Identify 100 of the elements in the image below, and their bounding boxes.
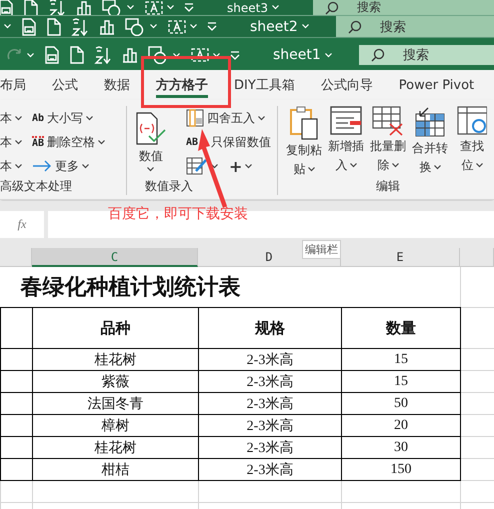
caret-icon (4, 24, 11, 29)
ribbon-tab[interactable]: 布局 (0, 70, 39, 100)
table-cell: 柑桔 (32, 458, 198, 480)
table-cell: 2-3米高 (198, 414, 342, 436)
column-header[interactable] (460, 248, 494, 267)
bar-chart-icon (122, 47, 138, 63)
table-cell: 法国冬青 (32, 392, 198, 414)
sort-icon (94, 46, 112, 64)
table-cell: 桂花树 (32, 348, 198, 370)
print-preview-icon (44, 46, 60, 64)
text-glyph-icon: Ab (32, 112, 44, 124)
arrow-icon (32, 160, 52, 172)
column-header[interactable]: E (341, 248, 460, 267)
table-cell: 50 (342, 392, 460, 414)
customize-icon (184, 3, 194, 12)
table-cell: 2-3米高 (198, 348, 342, 370)
page-icon (70, 46, 84, 64)
header-cell: 数量 (342, 308, 460, 348)
table-cell: 2-3米高 (198, 370, 342, 392)
ribbon-button[interactable]: 批量删 除 (370, 106, 406, 178)
ribbon-button[interactable]: 合并转 换 (412, 106, 448, 178)
caret-icon (190, 24, 197, 29)
bar-chart-icon (99, 18, 115, 34)
caret-icon (272, 5, 279, 10)
print-preview-icon (21, 18, 37, 36)
caret-icon (173, 52, 180, 58)
caret-icon (302, 24, 309, 29)
ribbon-button[interactable]: 更多 (32, 155, 106, 177)
caret-icon (150, 24, 157, 29)
annotation-text: 百度它，即可下载安装 (108, 205, 248, 223)
page-icon (24, 0, 38, 15)
group-label: 数值录入 (144, 178, 194, 195)
form-icon (330, 106, 362, 136)
window-title: sheet2 (250, 18, 298, 34)
ribbon-button[interactable]: 本 (0, 131, 22, 153)
window-title: sheet3 (227, 0, 268, 14)
text-glyph-icon: AB (186, 136, 198, 148)
sort-icon (71, 18, 89, 36)
text-box-icon (190, 47, 210, 63)
caret-icon (127, 5, 134, 10)
table-cell: 15 (342, 348, 460, 370)
sort-icon (48, 0, 66, 15)
print-preview-icon (0, 0, 14, 15)
ribbon-tab[interactable]: Power Pivot (386, 70, 488, 100)
search-icon (348, 20, 362, 34)
ribbon-tab[interactable]: 数据 (91, 70, 143, 100)
grid-x-icon (372, 106, 404, 136)
ribbon-tab[interactable]: 公式 (39, 70, 91, 100)
caret-icon (213, 52, 220, 58)
caret-icon (27, 52, 34, 58)
search-field[interactable]: 搜索 (359, 45, 494, 65)
ribbon-tab[interactable]: 公式向导 (308, 70, 386, 100)
ribbon-button[interactable]: AB 只保留数值 (186, 131, 271, 153)
table-icon (186, 109, 204, 127)
bar-chart-icon (76, 0, 92, 15)
window-title: sheet1 (273, 47, 321, 63)
header-cell: 规格 (198, 308, 342, 348)
ribbon-button[interactable]: 复制粘 贴 (286, 106, 322, 178)
text-box-icon (167, 18, 187, 34)
grid-pencil-icon[interactable] (186, 157, 208, 175)
search-field[interactable]: 搜索 (313, 0, 494, 15)
sheet-title: 春绿化种植计划统计表 (0, 267, 460, 308)
ribbon-button[interactable]: Ab 大小写 (32, 107, 106, 129)
table-cell: 紫薇 (32, 370, 198, 392)
ribbon-button[interactable]: 四舍五入 (186, 107, 271, 129)
document-check-icon (134, 112, 167, 146)
text-box-icon (144, 0, 164, 15)
ribbon-tab[interactable]: 方方格子 (143, 70, 221, 100)
ribbon-tab[interactable]: DIY工具箱 (221, 70, 308, 100)
table-cell: 15 (342, 370, 460, 392)
group-label: 编辑 (375, 178, 401, 195)
search-icon (371, 48, 385, 62)
caret-icon (324, 52, 332, 58)
table-cell: 2-3米高 (198, 458, 342, 480)
table-cell: 桂花树 (32, 436, 198, 458)
column-header[interactable]: C (32, 248, 198, 267)
grid-magnifier-icon (457, 106, 487, 136)
clipboard-icon (289, 106, 319, 140)
table-cell: 2-3米高 (198, 392, 342, 414)
table-cell: 樟树 (32, 414, 198, 436)
search-icon (325, 0, 339, 14)
ribbon-button[interactable]: 本 (0, 107, 22, 129)
table-cell: 30 (342, 436, 460, 458)
header-cell: 品种 (32, 308, 198, 348)
ribbon-button[interactable]: 查找 位 (454, 106, 490, 178)
table-cell: 20 (342, 414, 460, 436)
add-button[interactable]: + (228, 155, 252, 177)
ribbon-button[interactable]: AB 删除空格 (32, 131, 106, 153)
page-icon (47, 18, 61, 36)
customize-icon (207, 22, 217, 31)
customize-icon (230, 50, 240, 60)
ribbon-button[interactable]: 数值 (133, 112, 169, 178)
function-button[interactable]: fx (0, 211, 44, 238)
table-cell: 2-3米高 (198, 436, 342, 458)
caret-icon (167, 5, 174, 10)
grid-arrow-icon (414, 106, 446, 138)
search-field[interactable]: 搜索 (336, 16, 494, 37)
ribbon-button[interactable]: 新增插 入 (328, 106, 364, 178)
ribbon-button[interactable]: 本 (0, 155, 22, 177)
table-cell: 150 (342, 458, 460, 480)
